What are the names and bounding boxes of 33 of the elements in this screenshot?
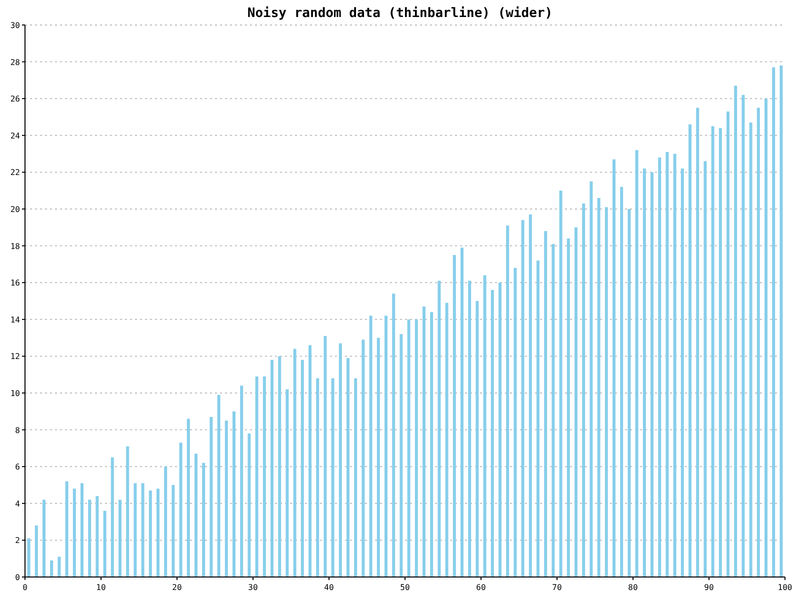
y-tick-label: 12 — [10, 352, 20, 362]
bar — [103, 510, 106, 577]
bar — [58, 556, 61, 577]
x-tick-label: 0 — [22, 583, 28, 592]
x-tick-label: 40 — [324, 583, 334, 592]
y-tick-label: 8 — [15, 426, 20, 435]
y-tick-label: 28 — [10, 58, 20, 67]
bar — [34, 525, 38, 577]
y-tick-label: 24 — [10, 131, 20, 140]
x-tick-label: 10 — [96, 583, 106, 592]
bar — [50, 560, 54, 577]
chart-title: Noisy random data (thinbarline) (wider) — [247, 6, 553, 21]
y-tick-label: 6 — [15, 462, 20, 472]
y-tick-label: 14 — [10, 315, 20, 324]
bar — [27, 538, 30, 577]
x-tick-label: 70 — [552, 583, 562, 592]
y-tick-label: 30 — [10, 21, 20, 30]
y-tick-label: 4 — [15, 499, 20, 508]
y-tick-label: 0 — [15, 573, 20, 582]
x-tick-label: 20 — [172, 583, 182, 592]
y-tick-label: 20 — [10, 205, 20, 214]
y-tick-label: 10 — [10, 389, 20, 398]
x-tick-label: 50 — [400, 583, 410, 592]
x-tick-label: 30 — [248, 583, 258, 592]
y-tick-label: 2 — [15, 536, 20, 546]
y-tick-label: 22 — [10, 168, 20, 178]
x-tick-label: 80 — [628, 583, 638, 592]
y-tick-label: 26 — [10, 94, 20, 104]
x-tick-label: 100 — [778, 583, 792, 592]
x-tick-label: 90 — [704, 583, 714, 592]
y-tick-label: 18 — [10, 242, 20, 251]
y-tick-label: 16 — [10, 278, 20, 288]
x-tick-label: 60 — [476, 583, 486, 592]
